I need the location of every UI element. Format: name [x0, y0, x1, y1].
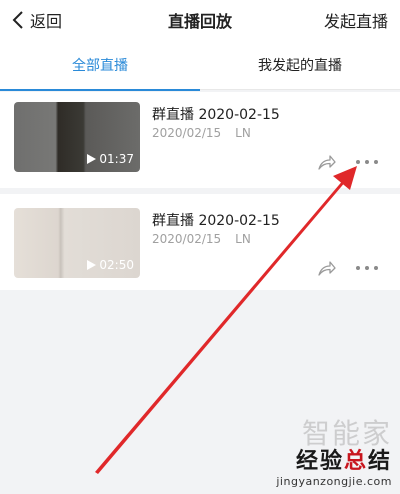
duration-text: 01:37	[99, 152, 134, 166]
start-live-button[interactable]: 发起直播	[324, 8, 388, 32]
watermark-url: jingyanzongjie.com	[276, 475, 392, 488]
video-thumbnail[interactable]: 01:37	[14, 102, 140, 172]
tab-my-live-label: 我发起的直播	[258, 58, 342, 74]
more-icon[interactable]	[356, 158, 378, 166]
replay-title: 群直播 2020-02-15	[152, 107, 280, 123]
watermark-brand-red: 总	[343, 449, 368, 474]
replay-author: LN	[235, 232, 251, 246]
replay-title: 群直播 2020-02-15	[152, 213, 280, 229]
replay-meta: 2020/02/15 LN	[152, 126, 251, 140]
list-item[interactable]: 01:37 群直播 2020-02-15 2020/02/15 LN	[0, 92, 400, 188]
watermark-brand-part: 经验	[295, 449, 344, 474]
play-icon	[87, 154, 97, 164]
replay-author: LN	[235, 126, 251, 140]
duration-badge: 01:37	[87, 152, 134, 166]
play-icon	[87, 260, 97, 270]
duration-text: 02:50	[99, 258, 134, 272]
video-thumbnail[interactable]: 02:50	[14, 208, 140, 278]
duration-badge: 02:50	[87, 258, 134, 272]
share-icon[interactable]	[318, 260, 336, 276]
navigation-bar: 返回 直播回放 发起直播	[0, 0, 400, 40]
more-icon[interactable]	[356, 264, 378, 272]
watermark-top: 智能家	[301, 417, 392, 450]
watermark: 智能家 经验总结 jingyanzongjie.com	[276, 417, 392, 489]
replay-date: 2020/02/15	[152, 126, 222, 140]
list-item[interactable]: 02:50 群直播 2020-02-15 2020/02/15 LN	[0, 188, 400, 290]
tab-all-live[interactable]: 全部直播	[0, 40, 200, 91]
watermark-brand-part: 结	[367, 449, 392, 474]
tab-bar: 全部直播 我发起的直播	[0, 40, 400, 91]
tab-all-live-label: 全部直播	[72, 58, 128, 74]
tab-indicator	[0, 89, 200, 91]
watermark-brand: 经验总结	[276, 449, 392, 475]
replay-list: 01:37 群直播 2020-02-15 2020/02/15 LN 02:50 …	[0, 92, 400, 290]
share-icon[interactable]	[318, 154, 336, 170]
tab-my-live[interactable]: 我发起的直播	[200, 40, 400, 90]
replay-meta: 2020/02/15 LN	[152, 232, 251, 246]
replay-date: 2020/02/15	[152, 232, 222, 246]
